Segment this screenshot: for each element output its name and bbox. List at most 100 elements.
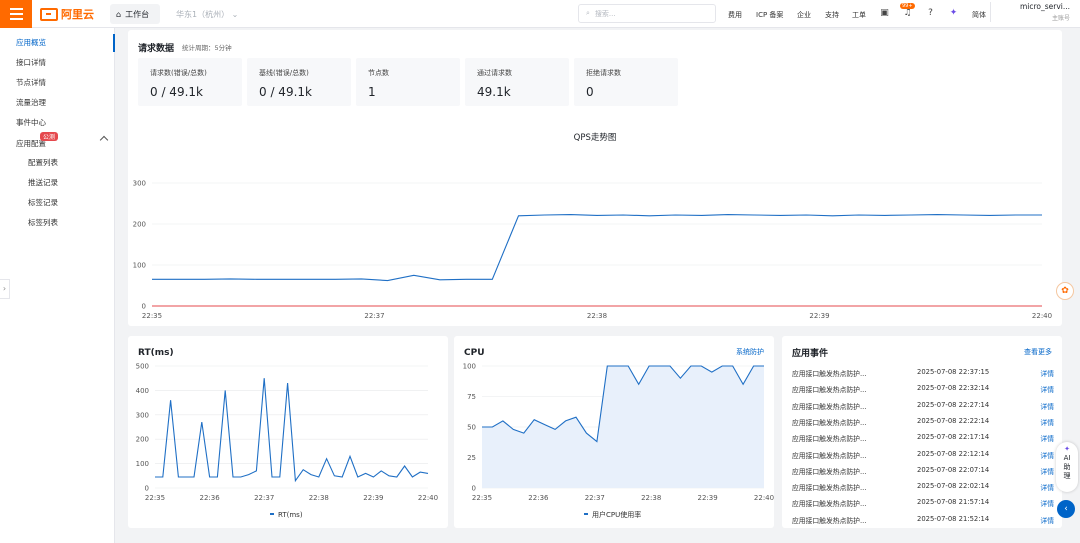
nav-ticket[interactable]: 工单 <box>852 10 866 20</box>
y-tick-label: 300 <box>136 411 149 419</box>
event-time: 2025-07-08 22:12:14 <box>917 449 990 458</box>
event-detail-link[interactable]: 详情 <box>1040 515 1054 525</box>
chevron-up-icon[interactable] <box>99 135 109 145</box>
nav-icp[interactable]: ICP 备案 <box>756 10 783 20</box>
top-bar: 阿里云 ⌂ 工作台 华东1（杭州） ⌄ ⌕ 搜索... 费用 ICP 备案 企业 支… <box>0 0 1080 28</box>
event-row: 应用接口触发热点防护... 2025-07-08 22:17:14 详情 <box>792 433 1054 443</box>
stat-label: 请求数(错误/总数) <box>150 69 207 77</box>
sidebar-subitem-tag-list[interactable]: 标签列表 <box>28 217 58 228</box>
event-detail-link[interactable]: 详情 <box>1040 450 1054 460</box>
event-detail-link[interactable]: 详情 <box>1040 433 1054 443</box>
region-selector[interactable]: 华东1（杭州） ⌄ <box>176 9 238 20</box>
event-time: 2025-07-08 22:32:14 <box>917 384 990 393</box>
ai-assistant-label: AI助理 <box>1063 454 1071 480</box>
stat-label: 拒绝请求数 <box>586 69 621 77</box>
event-time: 2025-07-08 22:37:15 <box>917 368 990 376</box>
event-name: 应用接口触发热点防护... <box>792 435 867 444</box>
x-tick-label: 22:38 <box>587 312 607 318</box>
search-icon: ⌕ <box>586 9 590 17</box>
sidebar-item-overview[interactable]: 应用概览 <box>16 37 46 48</box>
system-protection-link[interactable]: 系统防护 <box>736 347 764 357</box>
collapse-left-icon[interactable]: ‹ <box>1057 500 1075 518</box>
event-detail-link[interactable]: 详情 <box>1040 417 1054 427</box>
x-tick-label: 22:40 <box>754 494 774 502</box>
stat-value: 49.1k <box>477 85 511 99</box>
search-input[interactable]: ⌕ 搜索... <box>578 4 716 23</box>
beta-badge: 公测 <box>40 132 59 141</box>
event-row: 应用接口触发热点防护... 2025-07-08 22:22:14 详情 <box>792 417 1054 427</box>
event-name: 应用接口触发热点防护... <box>792 467 867 476</box>
events-card: 应用事件 查看更多 应用接口触发热点防护... 2025-07-08 22:37:… <box>782 336 1062 528</box>
event-row: 应用接口触发热点防护... 2025-07-08 22:02:14 详情 <box>792 482 1054 492</box>
stat-value: 1 <box>368 85 376 99</box>
sidebar-item-api[interactable]: 接口详情 <box>16 57 46 68</box>
help-icon[interactable]: ? <box>925 8 936 19</box>
sidebar-subitem-config-list[interactable]: 配置列表 <box>28 157 58 168</box>
event-detail-link[interactable]: 详情 <box>1040 384 1054 394</box>
event-detail-link[interactable]: 详情 <box>1040 368 1054 378</box>
event-name: 应用接口触发热点防护... <box>792 418 867 427</box>
workspace-label: 工作台 <box>125 9 150 19</box>
x-tick-label: 22:39 <box>698 494 718 502</box>
stat-rejected: 拒绝请求数 0 <box>574 58 678 106</box>
menu-button[interactable] <box>0 0 32 28</box>
x-tick-label: 22:35 <box>472 494 492 502</box>
user-menu[interactable]: micro_servi... 主账号 <box>990 2 1076 22</box>
y-tick-label: 100 <box>463 363 476 371</box>
y-tick-label: 0 <box>145 485 149 493</box>
sidebar-item-traffic[interactable]: 流量治理 <box>16 97 46 108</box>
sparkle-icon: ✦ <box>1064 445 1070 453</box>
workspace-button[interactable]: ⌂ 工作台 <box>110 4 160 24</box>
stat-nodes: 节点数 1 <box>356 58 460 106</box>
stat-value: 0 / 49.1k <box>259 85 312 99</box>
sidebar: 应用概览 接口详情 节点详情 流量治理 事件中心 应用配置 公测 配置列表 推送… <box>0 28 115 543</box>
stat-period: 统计周期：5分钟 <box>182 44 232 52</box>
x-tick-label: 22:39 <box>809 312 829 318</box>
nav-billing[interactable]: 费用 <box>728 10 742 20</box>
brand-logo[interactable]: 阿里云 <box>40 6 94 22</box>
sidebar-subitem-tag-log[interactable]: 标签记录 <box>28 197 58 208</box>
y-tick-label: 0 <box>472 485 476 493</box>
notification-badge: 99+ <box>900 3 915 9</box>
x-tick-label: 22:38 <box>309 494 329 502</box>
request-data-card: 请求数据 统计周期：5分钟 请求数(错误/总数) 0 / 49.1k 基线(错误/… <box>128 30 1062 326</box>
chart-title: QPS走势图 <box>574 132 617 143</box>
event-row: 应用接口触发热点防护... 2025-07-08 22:37:15 详情 <box>792 368 1054 378</box>
event-name: 应用接口触发热点防护... <box>792 402 867 411</box>
sidebar-item-nodes[interactable]: 节点详情 <box>16 77 46 88</box>
event-name: 应用接口触发热点防护... <box>792 516 867 525</box>
stat-requests: 请求数(错误/总数) 0 / 49.1k <box>138 58 242 106</box>
x-tick-label: 22:40 <box>1032 312 1052 318</box>
event-name: 应用接口触发热点防护... <box>792 500 867 509</box>
terminal-icon[interactable]: ▣ <box>879 8 890 19</box>
bell-icon[interactable]: ♫ <box>902 8 913 19</box>
event-row: 应用接口触发热点防护... 2025-07-08 22:12:14 详情 <box>792 450 1054 460</box>
event-detail-link[interactable]: 详情 <box>1040 401 1054 411</box>
sidebar-subitem-push-log[interactable]: 推送记录 <box>28 177 58 188</box>
event-name: 应用接口触发热点防护... <box>792 451 867 460</box>
nav-enterprise[interactable]: 企业 <box>797 10 811 20</box>
y-tick-label: 400 <box>136 387 149 395</box>
event-detail-link[interactable]: 详情 <box>1040 482 1054 492</box>
language-switch[interactable]: 简体 <box>972 10 986 20</box>
aliyun-logo-icon <box>40 7 58 21</box>
stat-label: 基线(错误/总数) <box>259 69 309 77</box>
event-detail-link[interactable]: 详情 <box>1040 498 1054 508</box>
ai-assistant-button[interactable]: ✦ AI助理 <box>1056 442 1078 492</box>
nav-support[interactable]: 支持 <box>825 10 839 20</box>
event-name: 应用接口触发热点防护... <box>792 370 867 378</box>
stat-passed: 通过请求数 49.1k <box>465 58 569 106</box>
event-detail-link[interactable]: 详情 <box>1040 466 1054 476</box>
x-tick-label: 22:38 <box>641 494 661 502</box>
event-name: 应用接口触发热点防护... <box>792 386 867 395</box>
event-time: 2025-07-08 22:02:14 <box>917 482 990 491</box>
assistant-icon[interactable]: ✦ <box>948 8 959 19</box>
x-tick-label: 22:37 <box>364 312 384 318</box>
feedback-icon[interactable]: ✿ <box>1056 282 1074 300</box>
legend-label: 用户CPU使用率 <box>592 510 641 519</box>
view-more-link[interactable]: 查看更多 <box>1024 347 1052 357</box>
sidebar-toggle[interactable]: › <box>0 279 10 299</box>
x-tick-label: 22:40 <box>418 494 438 502</box>
event-row: 应用接口触发热点防护... 2025-07-08 22:32:14 详情 <box>792 384 1054 394</box>
sidebar-item-events[interactable]: 事件中心 <box>16 117 46 128</box>
